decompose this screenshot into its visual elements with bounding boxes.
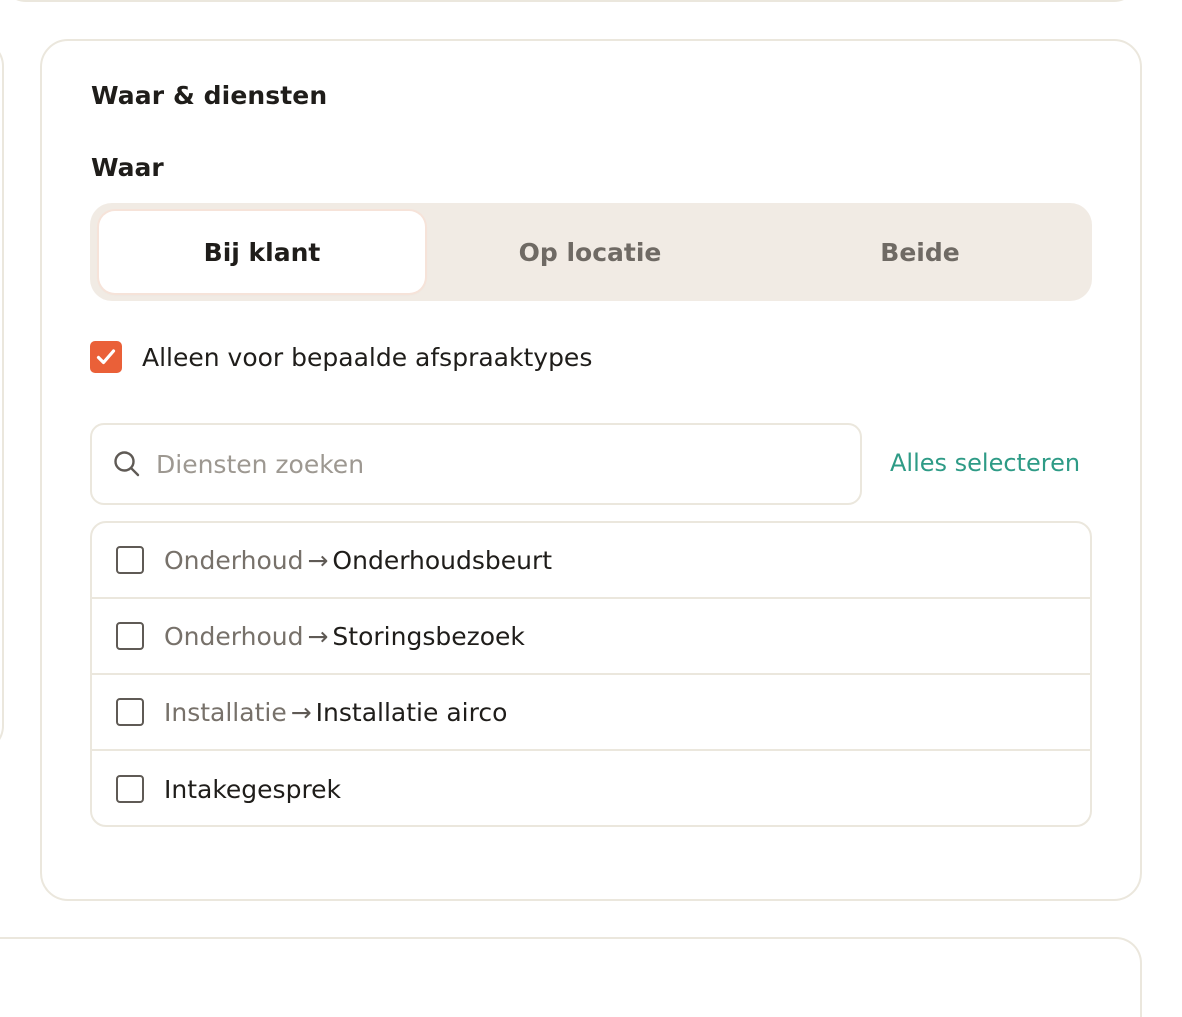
segment-op-locatie[interactable]: Op locatie [427, 211, 753, 293]
restrict-appointment-types-row[interactable]: Alleen voor bepaalde afspraaktypes [90, 341, 592, 373]
service-label: Installatie → Installatie airco [164, 698, 507, 727]
next-panel-edge [0, 937, 1142, 1017]
service-category: Onderhoud [164, 545, 304, 575]
arrow-right-icon: → [290, 697, 312, 727]
service-name: Storingsbezoek [332, 621, 525, 651]
service-name: Onderhoudsbeurt [332, 545, 553, 575]
search-icon [114, 451, 140, 477]
restrict-checkbox-label: Alleen voor bepaalde afspraaktypes [142, 342, 593, 372]
service-category: Installatie [164, 697, 287, 727]
service-label: Onderhoud → Onderhoudsbeurt [164, 546, 552, 575]
services-search-box[interactable] [90, 423, 862, 505]
select-all-link[interactable]: Alles selecteren [890, 449, 1080, 477]
service-row-intakegesprek[interactable]: Intakegesprek [92, 751, 1090, 825]
service-checkbox[interactable] [116, 546, 144, 574]
arrow-right-icon: → [307, 621, 329, 651]
previous-panel-edge [0, 0, 1140, 2]
services-search-input[interactable] [156, 449, 796, 479]
service-checkbox[interactable] [116, 775, 144, 803]
service-checkbox[interactable] [116, 622, 144, 650]
service-checkbox[interactable] [116, 698, 144, 726]
checkmark-icon [96, 349, 116, 365]
segment-beide[interactable]: Beide [757, 211, 1083, 293]
left-panel-edge [0, 40, 4, 752]
services-list: Onderhoud → Onderhoudsbeurt Onderhoud → Stor… [90, 521, 1092, 827]
arrow-right-icon: → [307, 545, 329, 575]
location-segmented-control: Bij klant Op locatie Beide [90, 203, 1092, 301]
service-label: Intakegesprek [164, 775, 341, 804]
segment-bij-klant[interactable]: Bij klant [99, 211, 425, 293]
service-category: Onderhoud [164, 621, 304, 651]
service-name: Intakegesprek [164, 774, 342, 804]
service-row-onderhoudsbeurt[interactable]: Onderhoud → Onderhoudsbeurt [92, 523, 1090, 599]
where-label: Waar [91, 153, 164, 182]
where-services-card: Waar & diensten Waar Bij klant Op locati… [40, 39, 1142, 901]
restrict-checkbox[interactable] [90, 341, 122, 373]
service-name: Installatie airco [315, 697, 508, 727]
card-title: Waar & diensten [91, 81, 328, 110]
service-label: Onderhoud → Storingsbezoek [164, 622, 525, 651]
service-row-installatie-airco[interactable]: Installatie → Installatie airco [92, 675, 1090, 751]
service-row-storingsbezoek[interactable]: Onderhoud → Storingsbezoek [92, 599, 1090, 675]
